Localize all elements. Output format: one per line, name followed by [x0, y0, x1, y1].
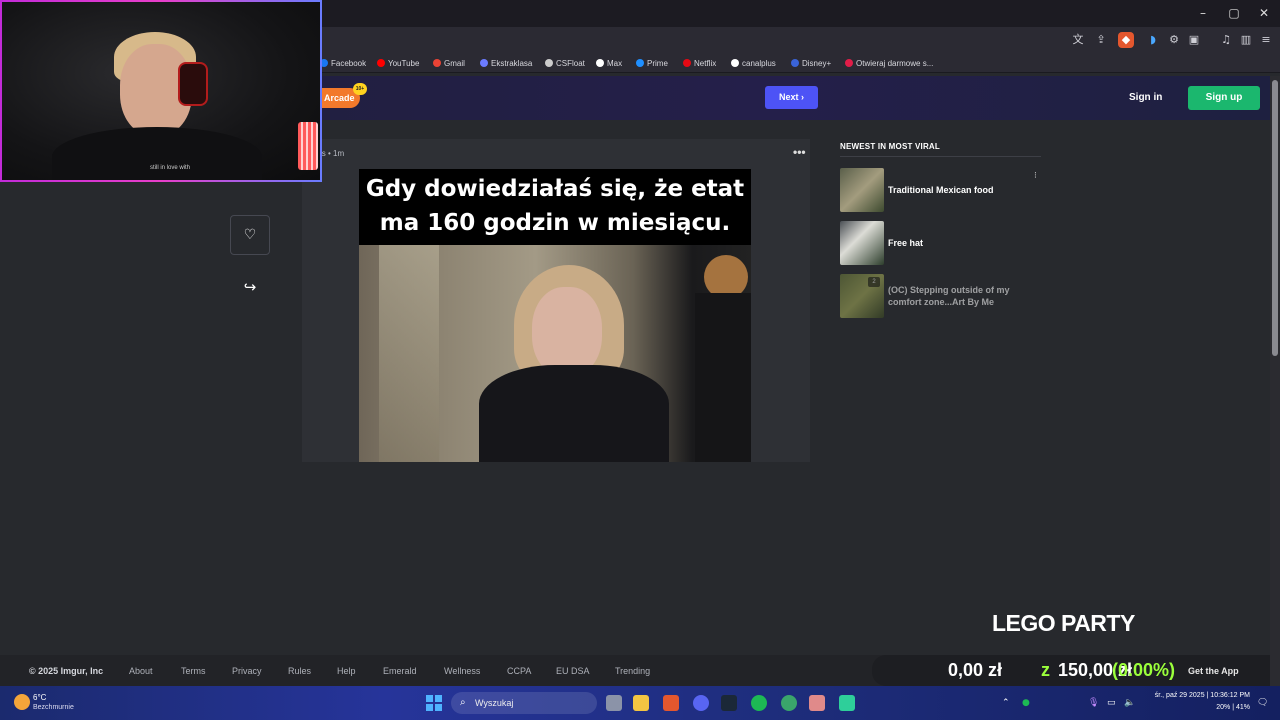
footer-trending-link[interactable]: Trending: [615, 666, 650, 676]
network-icon[interactable]: ▭: [1107, 698, 1116, 708]
donation-connector: z: [1041, 660, 1050, 680]
footer-help-link[interactable]: Help: [337, 666, 356, 676]
max-icon: [596, 59, 604, 67]
divider: [840, 156, 1041, 157]
media-icon[interactable]: ♫: [1218, 32, 1234, 48]
extensions-icon[interactable]: ⚙: [1166, 32, 1182, 48]
ekstraklasa-icon: [480, 59, 488, 67]
bookmark-gmail[interactable]: Gmail: [433, 57, 465, 69]
bookmark-youtube[interactable]: YouTube: [377, 57, 419, 69]
sidebar-title: NEWEST IN MOST VIRAL: [840, 142, 940, 151]
bookmark-prime[interactable]: Prime: [636, 57, 668, 69]
menu-icon[interactable]: ≡: [1258, 32, 1274, 48]
footer-wellness-link[interactable]: Wellness: [444, 666, 480, 676]
microphone-icon[interactable]: 🎙: [1088, 698, 1099, 708]
thumbnail: [840, 221, 884, 265]
footer-copyright: © 2025 Imgur, Inc: [29, 666, 104, 676]
next-post-button[interactable]: Next ›: [765, 86, 818, 109]
meme-caption: Gdy dowiedziałaś się, że etat ma 160 god…: [359, 169, 751, 245]
windows-start-icon[interactable]: [426, 695, 442, 711]
bookmark-max[interactable]: Max: [596, 57, 622, 69]
chevron-right-icon: ›: [801, 92, 805, 102]
bookmark-canalplus[interactable]: canalplus: [731, 57, 776, 69]
sidebar-item[interactable]: 2 (OC) Stepping outside of my comfort zo…: [840, 274, 1040, 318]
bookmark-csfloat[interactable]: CSFloat: [545, 57, 585, 69]
taskbar-clock[interactable]: śr., paź 29 2025 | 10:36:12 PM: [1144, 692, 1250, 699]
footer-emerald-link[interactable]: Emerald: [383, 666, 417, 676]
sign-up-button[interactable]: Sign up: [1188, 86, 1260, 110]
file-explorer-icon[interactable]: [633, 695, 649, 711]
post-more-options-icon[interactable]: •••: [793, 145, 806, 159]
notifications-icon[interactable]: 🗨: [1257, 698, 1268, 708]
footer-terms-link[interactable]: Terms: [181, 666, 206, 676]
window-close-button[interactable]: ✕: [1249, 4, 1279, 22]
reader-icon[interactable]: ▣: [1186, 32, 1202, 48]
weather-temperature[interactable]: 6°C: [33, 693, 46, 702]
headset-icon: [178, 62, 208, 106]
window-minimize-button[interactable]: –: [1188, 4, 1218, 22]
meme-photo: [359, 245, 751, 462]
album-count-badge: 2: [868, 277, 880, 287]
get-app-link[interactable]: Get the App: [1188, 666, 1239, 676]
taskbar-search-input[interactable]: Wyszukaj: [451, 692, 597, 714]
canalplus-icon: [731, 59, 739, 67]
translate-icon[interactable]: 文: [1070, 32, 1086, 48]
weather-description[interactable]: Bezchmurnie: [33, 704, 74, 711]
donation-percent: (0.00%): [1112, 660, 1176, 680]
tray-spotify-icon[interactable]: ●: [1022, 698, 1030, 708]
steam-icon[interactable]: [721, 695, 737, 711]
footer-privacy-link[interactable]: Privacy: [232, 666, 262, 676]
app-icon[interactable]: [781, 695, 797, 711]
weather-icon[interactable]: [14, 694, 30, 710]
paint-icon[interactable]: [809, 695, 825, 711]
gmail-icon: [433, 59, 441, 67]
share-page-icon[interactable]: ⇪: [1093, 32, 1109, 48]
otwieraj-icon: [845, 59, 853, 67]
sign-in-link[interactable]: Sign in: [1129, 92, 1162, 103]
share-icon[interactable]: ↪: [240, 278, 260, 298]
brave-shield-icon[interactable]: ◆: [1118, 32, 1134, 48]
obs-icon[interactable]: [839, 695, 855, 711]
footer-eudsa-link[interactable]: EU DSA: [556, 666, 590, 676]
bookmark-ekstraklasa[interactable]: Ekstraklasa: [480, 57, 532, 69]
disney-icon: [791, 59, 799, 67]
footer-about-link[interactable]: About: [129, 666, 153, 676]
page-scrollbar-thumb[interactable]: [1272, 80, 1278, 356]
donation-current: 0,00 zł: [948, 660, 1003, 680]
spotify-icon[interactable]: [751, 695, 767, 711]
window-maximize-button[interactable]: ▢: [1219, 4, 1249, 22]
sidebar-icon[interactable]: ▥: [1238, 32, 1254, 48]
heart-icon[interactable]: ♡: [230, 215, 270, 255]
prime-icon: [636, 59, 644, 67]
search-icon: ⌕: [460, 697, 466, 708]
sidebar-item[interactable]: Free hat: [840, 221, 1040, 265]
stream-game-title: LEGO PARTY: [992, 610, 1135, 636]
netflix-icon: [683, 59, 691, 67]
sidebar-scroll-icon[interactable]: ⁝: [1034, 170, 1040, 186]
tray-expand-icon[interactable]: ⌃: [1002, 698, 1010, 708]
youtube-icon: [377, 59, 385, 67]
shirt-text: still in love with: [150, 165, 191, 171]
bookmark-facebook[interactable]: Facebook: [320, 57, 366, 69]
discord-icon[interactable]: [693, 695, 709, 711]
bookmark-otwieraj[interactable]: Otwieraj darmowe s...: [845, 57, 933, 69]
brave-browser-icon[interactable]: [663, 695, 679, 711]
csfloat-icon: [545, 59, 553, 67]
bookmark-netflix[interactable]: Netflix: [683, 57, 716, 69]
post-image[interactable]: Gdy dowiedziałaś się, że etat ma 160 god…: [359, 169, 751, 462]
thumbnail: [840, 168, 884, 212]
arcade-badge: 10+: [353, 83, 367, 95]
bookmark-disney[interactable]: Disney+: [791, 57, 831, 69]
footer-rules-link[interactable]: Rules: [288, 666, 311, 676]
taskbar-stats: 20% | 41%: [1216, 704, 1250, 711]
volume-icon[interactable]: 🔈: [1124, 698, 1135, 708]
task-view-icon[interactable]: [606, 695, 622, 711]
webcam-overlay: still in love with: [0, 0, 322, 182]
wallet-icon[interactable]: ◗: [1145, 32, 1161, 48]
footer-ccpa-link[interactable]: CCPA: [507, 666, 531, 676]
sidebar-item[interactable]: Traditional Mexican food: [840, 168, 1040, 212]
